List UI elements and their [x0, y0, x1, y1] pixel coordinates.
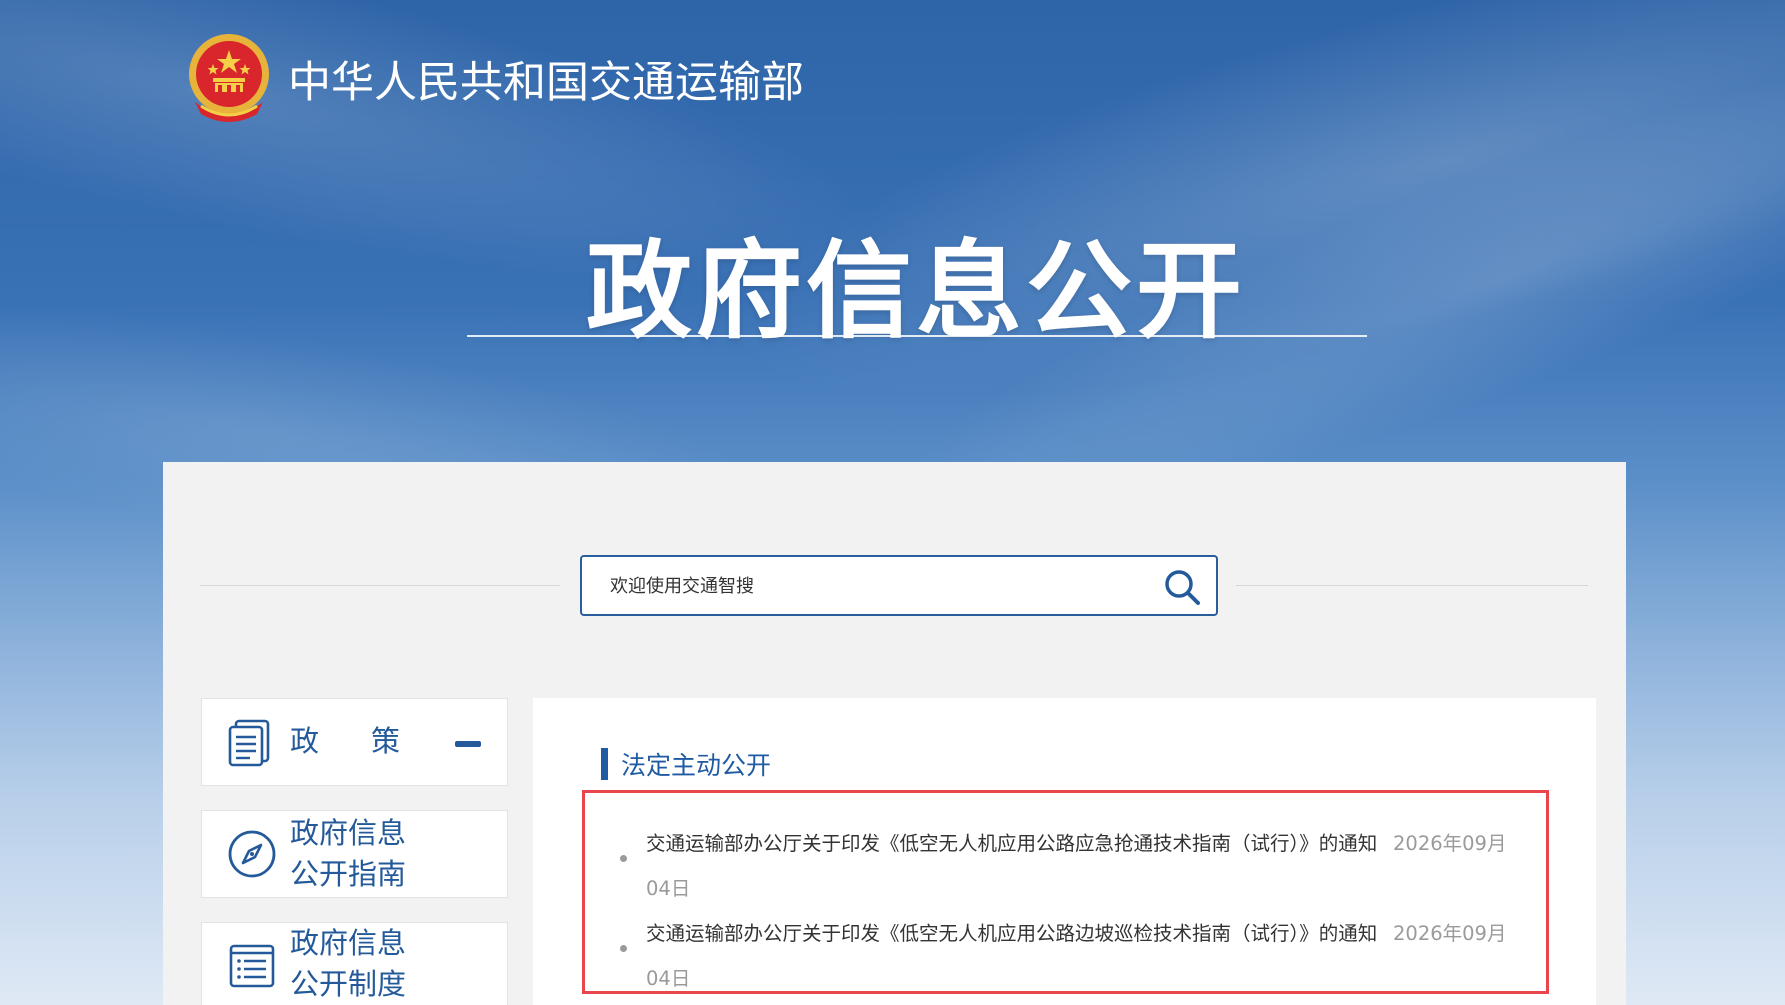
- search-input[interactable]: [608, 557, 1152, 616]
- ministry-name[interactable]: 中华人民共和国交通运输部: [288, 48, 804, 110]
- title-underline: [467, 335, 1367, 337]
- news-date: 2026年09月: [1393, 922, 1507, 945]
- sidebar-label-line: 政府信息: [290, 816, 407, 850]
- national-emblem-icon[interactable]: [185, 32, 273, 128]
- news-title[interactable]: 交通运输部办公厅关于印发《低空无人机应用公路边坡巡检技术指南（试行）》的通知: [646, 917, 1377, 946]
- page: 中华人民共和国交通运输部 政府信息公开 政策: [0, 0, 1785, 1005]
- news-date: 04日: [646, 967, 691, 990]
- sidebar-item-disclosure-guide[interactable]: 政府信息 公开指南: [201, 810, 508, 898]
- sidebar-label-line: 公开指南: [290, 857, 407, 891]
- sidebar-label-part: 策: [371, 724, 401, 758]
- sidebar-item-label: 政府信息 公开制度: [290, 923, 406, 1005]
- sidebar-item-label: 政府信息 公开指南: [290, 813, 406, 895]
- bullet-icon: [620, 855, 627, 862]
- document-icon: [228, 719, 270, 767]
- search-divider-right: [1236, 585, 1588, 586]
- bullet-icon: [620, 945, 627, 952]
- news-date: 2026年09月: [1393, 832, 1507, 855]
- collapse-minus-icon[interactable]: [455, 741, 481, 747]
- search-divider-left: [200, 585, 560, 586]
- news-title[interactable]: 交通运输部办公厅关于印发《低空无人机应用公路应急抢通技术指南（试行）》的通知: [646, 827, 1377, 856]
- compass-icon: [228, 830, 276, 878]
- highlight-box: 交通运输部办公厅关于印发《低空无人机应用公路应急抢通技术指南（试行）》的通知 2…: [582, 790, 1549, 994]
- section-title[interactable]: 法定主动公开: [621, 746, 771, 782]
- section-accent-bar: [601, 748, 608, 780]
- main-card: 法定主动公开 交通运输部办公厅关于印发《低空无人机应用公路应急抢通技术指南（试行…: [533, 698, 1596, 1005]
- sidebar-label-line: 公开制度: [290, 967, 407, 1001]
- news-item[interactable]: 交通运输部办公厅关于印发《低空无人机应用公路应急抢通技术指南（试行）》的通知 2…: [620, 827, 1520, 907]
- list-icon: [229, 944, 275, 988]
- search-icon[interactable]: [1162, 567, 1202, 607]
- sidebar-item-label: 政策: [290, 721, 400, 762]
- search-box: [580, 555, 1218, 616]
- sidebar-label-line: 政府信息: [290, 926, 407, 960]
- news-item[interactable]: 交通运输部办公厅关于印发《低空无人机应用公路边坡巡检技术指南（试行）》的通知 2…: [620, 917, 1520, 997]
- sidebar-item-policy[interactable]: 政策: [201, 698, 508, 786]
- sidebar-item-disclosure-system[interactable]: 政府信息 公开制度: [201, 922, 508, 1005]
- sidebar-label-part: 政: [290, 724, 320, 758]
- news-date: 04日: [646, 877, 691, 900]
